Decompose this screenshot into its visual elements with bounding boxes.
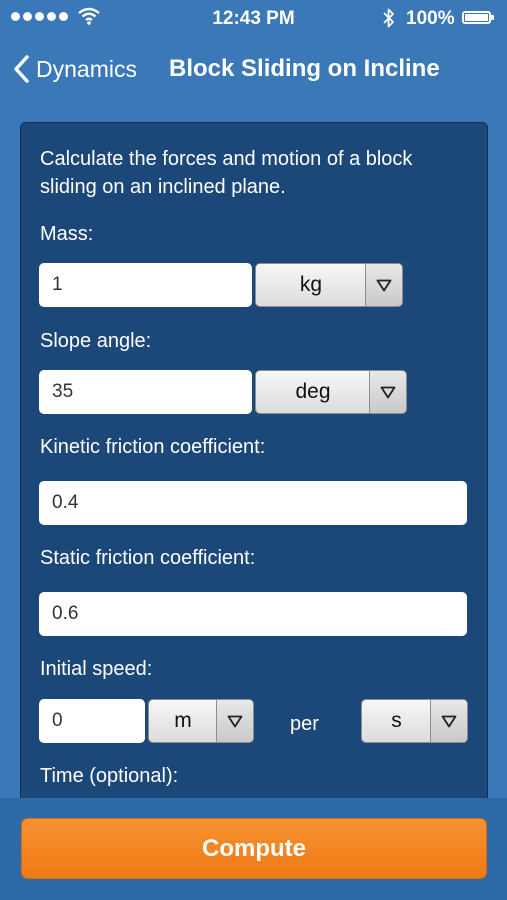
status-bar: 12:43 PM 100% [0,0,507,36]
back-label: Dynamics [36,55,137,82]
page-title: Block Sliding on Incline [169,55,440,82]
battery-icon [462,11,494,24]
time-optional-label: Time (optional): [40,765,179,787]
mass-unit-select[interactable]: kg [255,263,403,307]
mass-unit-value: kg [299,273,323,296]
static-friction-input[interactable]: 0.6 [39,592,467,636]
speed-distance-unit-select[interactable]: m [148,699,254,743]
dropdown-arrow-icon [430,700,467,742]
slope-angle-label: Slope angle: [40,330,152,352]
back-button[interactable]: Dynamics [12,50,137,88]
battery-percent: 100% [406,8,455,29]
speed-distance-unit-value: m [174,709,192,732]
navigation-bar: Dynamics Block Sliding on Incline [0,40,507,98]
speed-time-unit-select[interactable]: s [361,699,468,743]
slope-angle-input[interactable]: 35 [39,370,252,414]
static-friction-label: Static friction coefficient: [40,547,256,569]
form-panel: Calculate the forces and motion of a blo… [20,122,488,822]
initial-speed-input[interactable]: 0 [39,699,145,743]
dropdown-arrow-icon [365,264,402,306]
slope-angle-unit-value: deg [295,380,331,403]
chevron-left-icon [14,55,29,83]
bluetooth-icon [383,8,394,28]
initial-speed-label: Initial speed: [40,658,153,680]
mass-input[interactable]: 1 [39,263,252,307]
form-description: Calculate the forces and motion of a blo… [40,148,413,198]
speed-time-unit-value: s [391,709,402,732]
kinetic-friction-label: Kinetic friction coefficient: [40,436,266,458]
compute-button[interactable]: Compute [21,818,487,879]
mass-label: Mass: [40,223,94,245]
dropdown-arrow-icon [216,700,253,742]
dropdown-arrow-icon [369,371,406,413]
slope-angle-unit-select[interactable]: deg [255,370,407,414]
per-label: per [290,713,319,735]
kinetic-friction-input[interactable]: 0.4 [39,481,467,525]
